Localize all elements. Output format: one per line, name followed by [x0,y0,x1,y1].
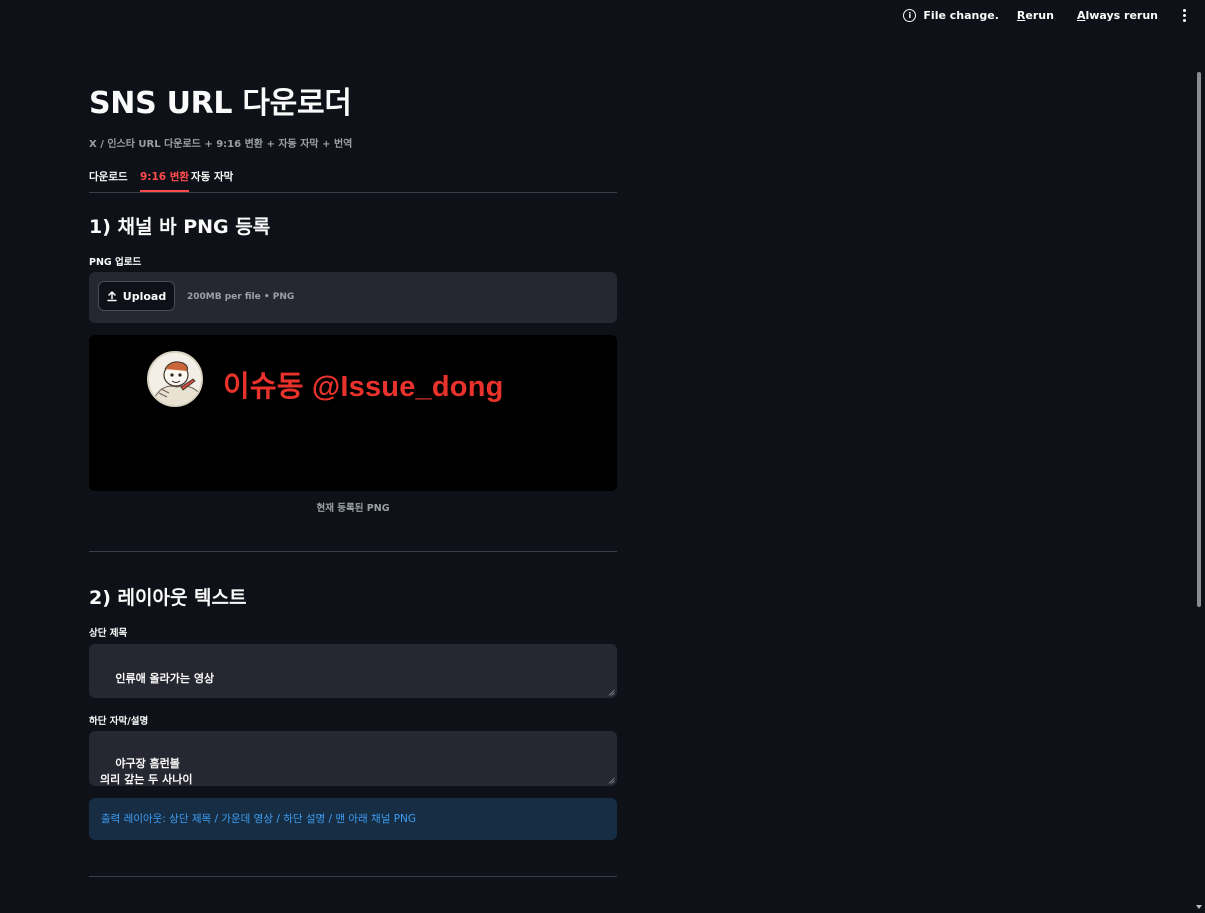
scroll-down-arrow-icon[interactable] [1196,905,1202,909]
main-menu-icon[interactable] [1181,9,1187,22]
tab-bar: 다운로드 9:16 변환 자동 자막 [89,166,617,193]
channel-name-text: 이슈동 @Issue_dong [223,371,504,403]
section-divider [89,876,617,877]
layout-info-alert: 출력 레이아웃: 상단 제목 / 가운데 영상 / 하단 설명 / 맨 아래 채… [89,798,617,840]
top-title-value: 인류애 올라가는 영상 [115,671,215,685]
top-title-textarea[interactable]: 인류애 올라가는 영상 [89,644,617,698]
rerun-label: erun [1025,9,1054,22]
tab-916-convert[interactable]: 9:16 변환 [140,169,190,192]
page-subtitle: X / 인스타 URL 다운로드 + 9:16 변환 + 자동 자막 + 번역 [89,139,353,150]
upload-icon [107,290,117,301]
status-group: i File change. Rerun Always rerun [903,9,1187,22]
section-layout-text-heading: 2) 레이아웃 텍스트 [89,587,247,609]
status-bar: i File change. Rerun Always rerun [0,0,1205,34]
png-file-uploader[interactable]: Upload 200MB per file • PNG [89,272,617,323]
always-rerun-label: lways rerun [1085,9,1158,22]
always-rerun-button[interactable]: Always rerun [1077,9,1158,22]
section-channel-bar-heading: 1) 채널 바 PNG 등록 [89,216,271,238]
page-scrollbar[interactable] [1193,34,1205,913]
next-section-heading-partial [89,902,229,913]
upload-button-label: Upload [122,289,167,303]
page-title: SNS URL 다운로더 [89,86,352,121]
tab-auto-subtitle[interactable]: 자동 자막 [191,169,233,192]
bottom-caption-value: 야구장 홈런볼 의리 갚는 두 사나이 [100,756,193,787]
upload-button[interactable]: Upload [98,281,175,311]
layout-info-text: 출력 레이아웃: 상단 제목 / 가운데 영상 / 하단 설명 / 맨 아래 채… [101,813,417,825]
resize-grip-icon[interactable] [608,777,615,784]
channel-avatar [147,351,203,407]
upload-size-hint: 200MB per file • PNG [187,292,295,302]
bottom-caption-textarea[interactable]: 야구장 홈런볼 의리 갚는 두 사나이 [89,731,617,786]
resize-grip-icon[interactable] [608,689,615,696]
scrollbar-thumb[interactable] [1197,72,1201,607]
info-icon: i [903,9,917,22]
file-change-message: File change. [923,9,999,22]
tab-download[interactable]: 다운로드 [89,169,128,192]
cartoon-character-icon [149,353,201,405]
channel-png-preview: 이슈동 @Issue_dong [89,335,617,491]
png-preview-caption: 현재 등록된 PNG [316,503,390,514]
top-title-label: 상단 제목 [89,628,128,639]
bottom-caption-label: 하단 자막/설명 [89,716,149,727]
rerun-button[interactable]: Rerun [1017,9,1054,22]
png-upload-label: PNG 업로드 [89,257,142,268]
section-divider [89,551,617,552]
